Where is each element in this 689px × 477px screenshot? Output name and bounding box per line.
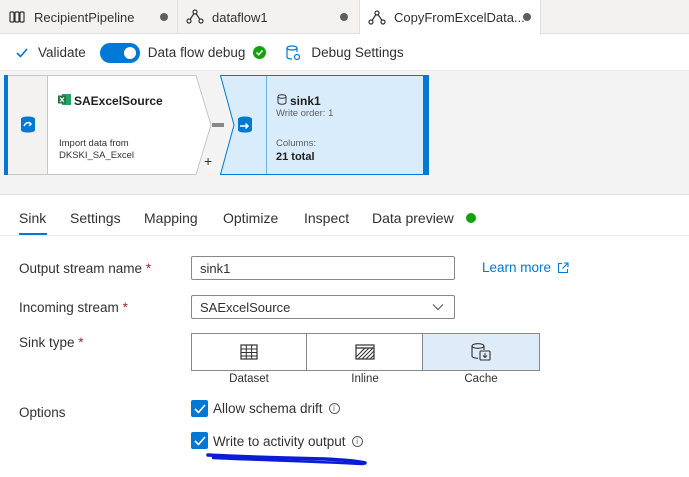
learn-more-link[interactable]: Learn more (482, 260, 569, 275)
source-node-description: Import data from DKSKI_SA_Excel (59, 138, 134, 161)
allow-schema-drift-text: Allow schema drift (213, 401, 323, 416)
output-stream-name-value: sink1 (200, 260, 231, 276)
document-tab-bar: RecipientPipeline dataflow1 CopyFromExce… (0, 0, 689, 35)
sink-type-inline[interactable] (307, 334, 423, 370)
validate-label: Validate (38, 45, 86, 60)
allow-schema-drift-label: Allow schema drift i (213, 401, 340, 416)
sink-type-selector (191, 333, 540, 371)
info-icon[interactable]: i (351, 436, 363, 447)
sink-type-text: Sink type (19, 335, 75, 350)
required-mark: * (145, 261, 152, 276)
tab-label: RecipientPipeline (34, 9, 135, 25)
sink-write-order: Write order: 1 (276, 108, 334, 119)
cache-icon (470, 342, 492, 362)
sink-type-dataset[interactable] (192, 334, 308, 370)
property-tabs: Sink Settings Mapping Optimize Inspect D… (0, 196, 689, 236)
debug-settings-label: Debug Settings (311, 45, 404, 60)
tab-label: dataflow1 (212, 9, 268, 25)
debug-label: Data flow debug (147, 45, 246, 60)
dataflow-icon (368, 9, 386, 27)
sink-type-cache[interactable] (422, 334, 540, 370)
tab-inspect[interactable]: Inspect (304, 210, 349, 226)
sink-accent-bar (424, 75, 429, 175)
debug-toggle[interactable] (99, 42, 140, 63)
incoming-stream-label: Incoming stream * (19, 300, 128, 315)
tab-label: CopyFromExcelData... (394, 10, 525, 25)
sink-columns-label: Columns: (276, 138, 317, 149)
sink-type-inline-label: Inline (351, 373, 379, 385)
output-stream-name-label: Output stream name * (19, 261, 151, 276)
incoming-stream-text: Incoming stream (19, 300, 119, 315)
sink-node-title: sink1 (290, 94, 321, 108)
sink-type-label: Sink type * (19, 335, 84, 350)
tab-copy-from-excel[interactable]: CopyFromExcelData... (360, 0, 541, 35)
tab-mapping[interactable]: Mapping (144, 210, 198, 226)
data-flow-debug: Data flow debug (99, 42, 267, 63)
info-icon[interactable]: i (328, 403, 340, 414)
debug-settings-button[interactable]: Debug Settings (286, 44, 404, 61)
external-link-icon (557, 261, 569, 274)
table-icon (240, 344, 258, 360)
excel-icon (58, 93, 71, 106)
sink-type-dataset-label: Dataset (229, 373, 269, 385)
inline-icon (354, 344, 375, 360)
dataflow-icon (186, 8, 204, 26)
cache-icon (277, 94, 287, 105)
status-dot-icon (465, 213, 476, 223)
allow-schema-drift-checkbox[interactable] (191, 400, 208, 417)
source-type-icon-box (8, 75, 48, 175)
sink-type-cache-label: Cache (464, 373, 498, 385)
sink-columns-value: 21 total (276, 151, 315, 163)
active-tab-indicator (19, 233, 47, 235)
unsaved-dot-icon (160, 13, 168, 21)
pipeline-icon (8, 8, 26, 26)
unsaved-dot-icon (340, 13, 348, 21)
data-flow-canvas[interactable]: SAExcelSource Import data from DKSKI_SA_… (0, 71, 689, 195)
tab-data-preview-label: Data preview (372, 210, 454, 226)
tab-optimize[interactable]: Optimize (223, 210, 278, 226)
learn-more-label: Learn more (482, 260, 552, 275)
output-stream-name-text: Output stream name (19, 261, 143, 276)
source-icon (18, 115, 38, 135)
validate-button[interactable]: Validate (16, 45, 86, 60)
debug-settings-icon (286, 44, 301, 61)
checkmark-icon (16, 47, 28, 58)
unsaved-dot-icon (523, 13, 531, 21)
write-to-activity-output-text: Write to activity output (213, 434, 346, 449)
output-stream-name-input[interactable]: sink1 (191, 256, 455, 280)
add-transformation-button[interactable]: + (204, 153, 212, 169)
toolbar: Validate Data flow debug Debug Settings (0, 35, 689, 71)
chevron-down-icon (432, 303, 444, 311)
required-mark: * (78, 335, 84, 350)
tab-dataflow1[interactable]: dataflow1 (178, 0, 360, 34)
write-to-activity-output-checkbox[interactable] (191, 432, 208, 449)
incoming-stream-value: SAExcelSource (200, 299, 291, 315)
success-check-icon (253, 46, 267, 59)
underline-annotation (206, 453, 367, 466)
write-to-activity-output-label: Write to activity output i (213, 434, 363, 449)
tab-settings[interactable]: Settings (70, 210, 121, 226)
options-label: Options (19, 405, 66, 420)
tab-data-preview[interactable]: Data preview (372, 210, 476, 226)
incoming-stream-select[interactable]: SAExcelSource (191, 295, 455, 319)
source-node-title: SAExcelSource (74, 94, 163, 108)
sink-type-icon (236, 115, 254, 135)
tab-sink[interactable]: Sink (19, 210, 46, 226)
required-mark: * (122, 300, 128, 315)
tab-recipient-pipeline[interactable]: RecipientPipeline (0, 0, 178, 34)
